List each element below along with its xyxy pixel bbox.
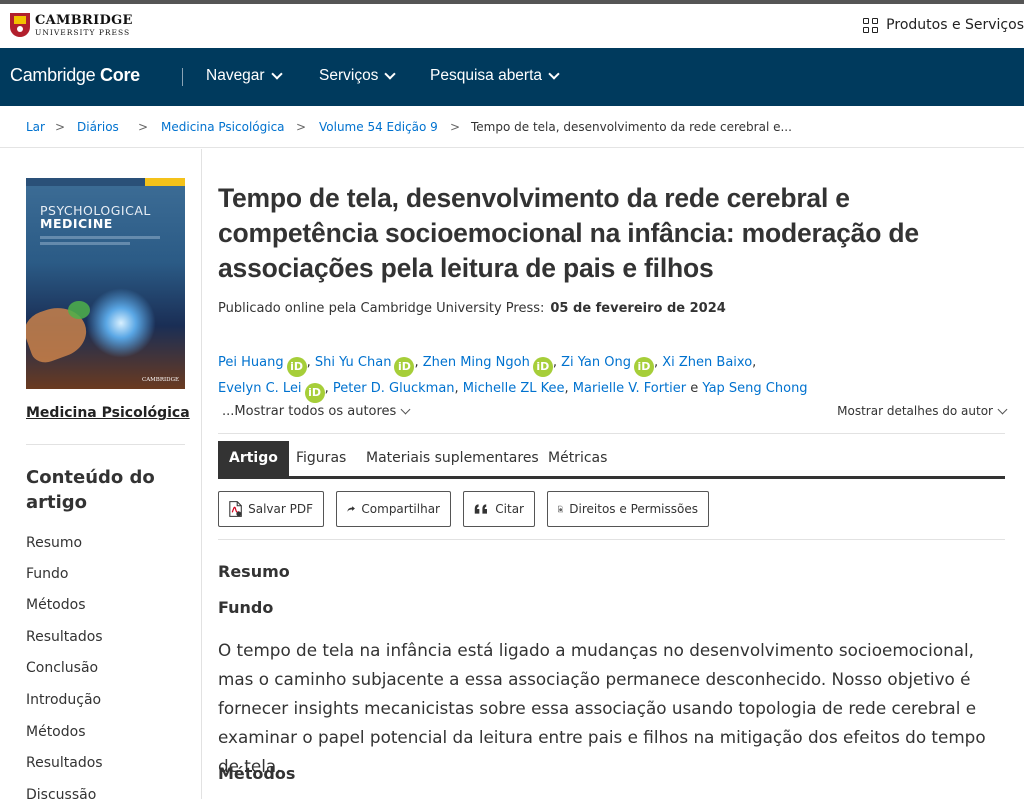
published-date: 05 de fevereiro de 2024 (550, 301, 726, 316)
cover-title-line-2: MEDICINE (40, 216, 113, 231)
author-link[interactable]: Zi Yan Ong iD (561, 355, 654, 377)
breadcrumb-journal[interactable]: Medicina Psicológica (161, 120, 285, 134)
tab-figures[interactable]: Figuras (296, 441, 346, 476)
cambridge-crest-icon (10, 13, 30, 37)
toc-item[interactable]: Introdução (26, 692, 101, 708)
toc-item[interactable]: Resumo (26, 535, 82, 551)
breadcrumb-issue[interactable]: Volume 54 Edição 9 (319, 120, 438, 134)
cambridge-university-press-logo[interactable]: CAMBRIDGE UNIVERSITY PRESS (10, 13, 133, 37)
orcid-icon[interactable]: iD (304, 383, 325, 403)
orcid-icon[interactable]: iD (394, 357, 415, 377)
toc-item[interactable]: Fundo (26, 566, 69, 582)
article-title: Tempo de tela, desenvolvimento da rede c… (218, 183, 919, 283)
toc-item[interactable]: Métodos (26, 597, 86, 613)
nav-open-research[interactable]: Pesquisa aberta (430, 67, 560, 85)
author-link[interactable]: Pei Huang iD (218, 355, 307, 377)
chevron-down-icon (400, 404, 411, 415)
tab-metrics[interactable]: Métricas (548, 441, 607, 476)
share-arrow-icon (347, 506, 355, 512)
background-paragraph: O tempo de tela na infância está ligado … (218, 640, 986, 776)
journal-name-link[interactable]: Medicina Psicológica (26, 405, 190, 421)
rights-permissions-button[interactable]: Direitos e Permissões (547, 491, 709, 527)
tab-article[interactable]: Artigo (218, 441, 289, 476)
neuron-illustration (86, 288, 156, 358)
save-pdf-button[interactable]: Salvar PDF (218, 491, 324, 527)
breadcrumb-home[interactable]: Lar (26, 120, 45, 134)
author-link[interactable]: Yap Seng Chong (702, 381, 807, 396)
cover-publisher-mark: CAMBRIDGE (142, 377, 179, 383)
publisher-bar: CAMBRIDGE UNIVERSITY PRESS Produtos e Se… (0, 4, 1024, 48)
article-tabs: Artigo Figuras Materiais suplementares M… (218, 441, 1005, 479)
author-link[interactable]: Zhen Ming Ngoh iD (423, 355, 553, 377)
document-check-icon (558, 505, 564, 513)
author-link[interactable]: Marielle V. Fortier (573, 381, 686, 396)
orcid-icon[interactable]: iD (633, 357, 654, 377)
toc-item[interactable]: Resultados (26, 629, 103, 645)
abstract-heading: Resumo (218, 562, 290, 581)
pdf-icon (229, 501, 242, 517)
chevron-down-icon (548, 68, 560, 80)
methods-heading: Métodos (218, 764, 296, 783)
published-label: Publicado online pela Cambridge Universi… (218, 301, 545, 316)
author-link[interactable]: Evelyn C. Lei iD (218, 381, 325, 403)
toc-item[interactable]: Discussão (26, 787, 96, 799)
nav-divider (182, 68, 183, 86)
publication-info: Publicado online pela Cambridge Universi… (218, 301, 726, 316)
quote-icon (474, 504, 487, 514)
products-services-menu[interactable]: Produtos e Serviços (863, 17, 1024, 33)
breadcrumb-current: Tempo de tela, desenvolvimento da rede c… (471, 120, 792, 134)
breadcrumb: Lar > Diários > Medicina Psicológica > V… (0, 106, 1024, 148)
sidebar: PSYCHOLOGICAL MEDICINE CAMBRIDGE Medicin… (0, 149, 202, 799)
logo-line-2: UNIVERSITY PRESS (35, 27, 131, 37)
orcid-icon[interactable]: iD (286, 357, 307, 377)
author-link[interactable]: Shi Yu Chan iD (315, 355, 415, 377)
main-navigation: Cambridge Core Navegar Serviços Pesquisa… (0, 48, 1024, 106)
toc-item[interactable]: Resultados (26, 755, 103, 771)
author-link[interactable]: Xi Zhen Baixo (662, 355, 752, 370)
nav-services[interactable]: Serviços (319, 67, 397, 85)
toc-item[interactable]: Métodos (26, 724, 86, 740)
logo-line-1: CAMBRIDGE (35, 12, 133, 28)
show-author-details-toggle[interactable]: Mostrar detalhes do autor (837, 404, 1008, 418)
background-heading: Fundo (218, 598, 274, 617)
breadcrumb-journals[interactable]: Diários (77, 120, 119, 134)
journal-cover-image[interactable]: PSYCHOLOGICAL MEDICINE CAMBRIDGE (26, 178, 185, 389)
author-list: Pei Huang iD, Shi Yu Chan iD, Zhen Ming Ng… (218, 351, 1006, 403)
show-all-authors-toggle[interactable]: ...Mostrar todos os autores (222, 404, 411, 419)
chevron-down-icon (384, 68, 397, 80)
share-button[interactable]: Compartilhar (336, 491, 451, 527)
toc-title: Conteúdo do artigo (26, 467, 155, 513)
author-link[interactable]: Peter D. Gluckman (333, 381, 455, 396)
grid-icon (863, 17, 879, 33)
author-link[interactable]: Michelle ZL Kee (463, 381, 565, 396)
cite-button[interactable]: Citar (463, 491, 535, 527)
orcid-icon[interactable]: iD (532, 357, 553, 377)
tab-supplementary[interactable]: Materiais suplementares (366, 441, 539, 476)
nav-browse[interactable]: Navegar (206, 67, 283, 85)
chevron-down-icon (997, 404, 1008, 414)
products-services-label: Produtos e Serviços (886, 17, 1024, 33)
toc-item[interactable]: Conclusão (26, 660, 98, 676)
chevron-down-icon (270, 68, 283, 80)
cambridge-core-logo[interactable]: Cambridge Core (10, 65, 140, 86)
